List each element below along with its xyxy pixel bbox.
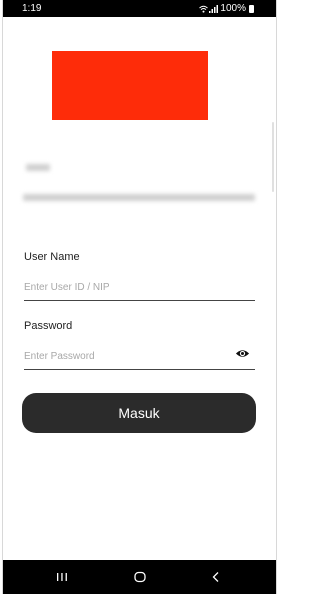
- recent-apps-button[interactable]: [47, 560, 77, 594]
- login-button[interactable]: Masuk: [22, 393, 256, 433]
- password-input[interactable]: [24, 347, 255, 370]
- username-label: User Name: [24, 251, 80, 263]
- eye-icon[interactable]: [235, 346, 250, 361]
- status-icons: [199, 4, 219, 13]
- logo-block-rect: [52, 51, 208, 120]
- redacted-title: [26, 164, 50, 171]
- back-button[interactable]: [201, 560, 231, 594]
- status-indicators: 100%: [199, 0, 254, 17]
- password-label: Password: [24, 320, 73, 332]
- wifi-icon: [199, 5, 209, 13]
- status-bar: 1:19 100%: [3, 0, 276, 17]
- redacted-subtitle: [23, 194, 255, 201]
- home-icon: [134, 571, 146, 583]
- scrollbar[interactable]: [272, 122, 274, 192]
- battery-percentage: 100%: [220, 3, 246, 14]
- back-icon: [212, 572, 219, 582]
- status-time: 1:19: [22, 3, 42, 14]
- logo-placeholder: [52, 51, 208, 120]
- username-input[interactable]: [24, 278, 255, 301]
- battery-icon: [249, 4, 254, 13]
- home-button[interactable]: [125, 560, 155, 594]
- phone-screen: 1:19 100% User Name Enter User ID / NIP …: [2, 0, 277, 594]
- signal-icon: [209, 4, 219, 13]
- navigation-bar: [3, 560, 276, 594]
- recent-apps-icon: [57, 573, 67, 581]
